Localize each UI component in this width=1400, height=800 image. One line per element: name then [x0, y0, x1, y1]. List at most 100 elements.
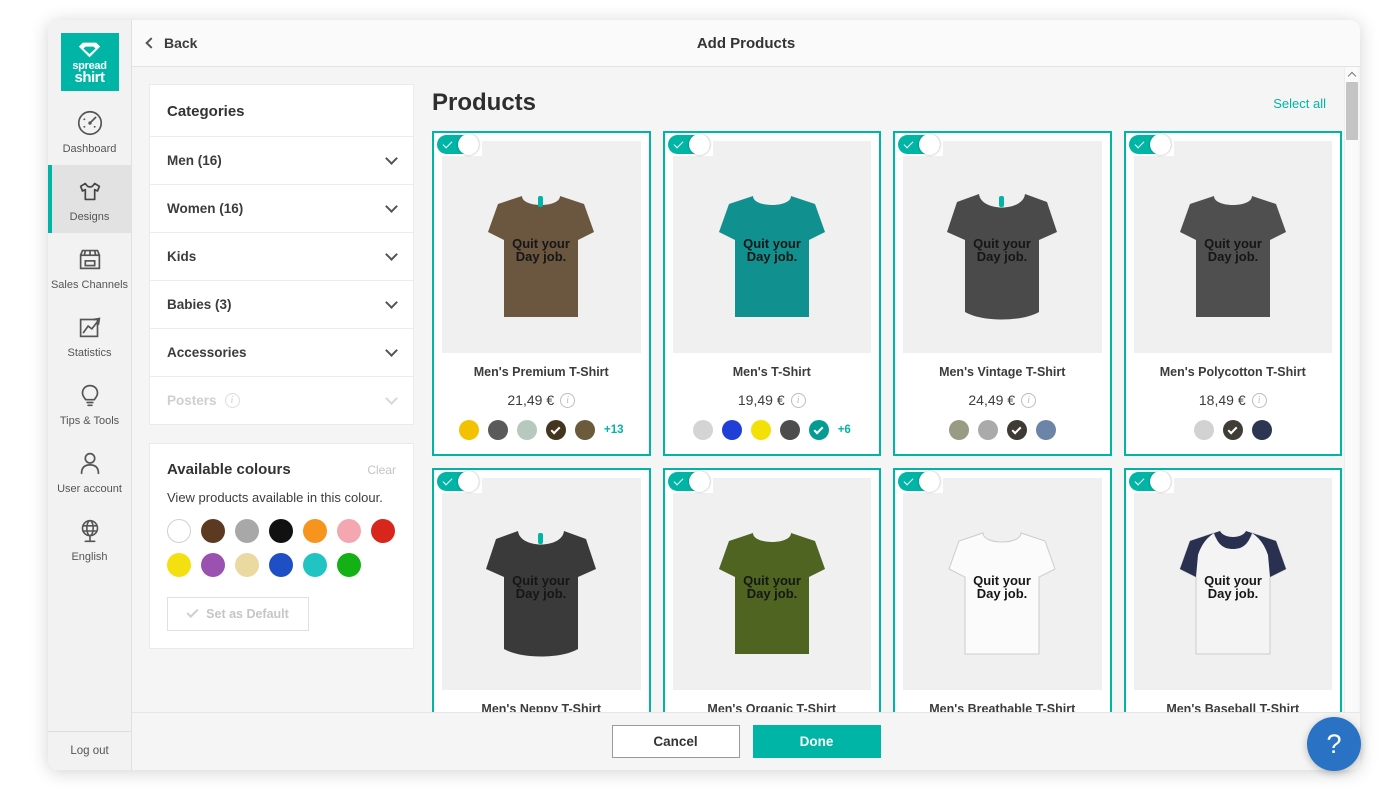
product-card[interactable]: Quit yourDay job.Men's Polycotton T-Shir…: [1124, 131, 1343, 456]
sidebar-item-dashboard[interactable]: Dashboard: [48, 97, 132, 165]
product-price-row: 21,49 €i: [434, 379, 649, 420]
person-icon: [75, 448, 105, 478]
colour-swatch-pink[interactable]: [337, 519, 361, 543]
colour-swatch-turquoise[interactable]: [303, 553, 327, 577]
category-row[interactable]: Babies (3): [150, 280, 413, 328]
category-label: Posters: [167, 393, 217, 408]
info-icon[interactable]: i: [225, 393, 240, 408]
products-header: Products Select all: [432, 67, 1342, 131]
price-info-icon[interactable]: i: [560, 393, 575, 408]
product-swatch-brown[interactable]: [575, 420, 595, 440]
colour-swatch-black[interactable]: [269, 519, 293, 543]
colour-swatch-red[interactable]: [371, 519, 395, 543]
category-row[interactable]: Men (16): [150, 136, 413, 184]
product-swatch-yellow[interactable]: [751, 420, 771, 440]
product-swatch-light-grey[interactable]: [1194, 420, 1214, 440]
sidebar: spread shirt Dashboard Designs: [48, 20, 132, 770]
colour-swatch-beige[interactable]: [235, 553, 259, 577]
product-card[interactable]: Quit yourDay job.Men's Baseball T-Shirt: [1124, 468, 1343, 712]
product-card[interactable]: Quit yourDay job.Men's Neppy T-Shirt: [432, 468, 651, 712]
product-card[interactable]: Quit yourDay job.Men's Breathable T-Shir…: [893, 468, 1112, 712]
product-swatch-charcoal[interactable]: [1007, 420, 1027, 440]
product-swatch-light-grey[interactable]: [693, 420, 713, 440]
sidebar-item-label: English: [71, 551, 107, 564]
products-heading: Products: [432, 89, 536, 117]
more-colours-label[interactable]: +6: [838, 424, 851, 436]
product-name: Men's Polycotton T-Shirt: [1126, 361, 1341, 379]
product-swatch-dark-grey[interactable]: [488, 420, 508, 440]
toggle-track: [1129, 135, 1171, 154]
category-label-wrap: Babies (3): [167, 297, 232, 312]
tshirt-mockup: Quit yourDay job.: [927, 162, 1077, 332]
category-label-wrap: Women (16): [167, 201, 243, 216]
more-colours-label[interactable]: +13: [604, 424, 624, 436]
product-swatch-dark-brown[interactable]: [546, 420, 566, 440]
check-icon: [673, 139, 683, 149]
set-as-default-button[interactable]: Set as Default: [167, 597, 309, 631]
sidebar-item-user-account[interactable]: User account: [48, 437, 132, 505]
colour-swatch-yellow[interactable]: [167, 553, 191, 577]
price-info-icon[interactable]: i: [791, 393, 806, 408]
category-row[interactable]: Accessories: [150, 328, 413, 376]
product-enable-toggle[interactable]: [434, 133, 482, 156]
colour-swatch-purple[interactable]: [201, 553, 225, 577]
logout-button[interactable]: Log out: [48, 731, 132, 770]
svg-text:Day job.: Day job.: [1207, 249, 1258, 264]
colour-swatch-blue[interactable]: [269, 553, 293, 577]
product-swatch-grey[interactable]: [978, 420, 998, 440]
colour-swatch-green[interactable]: [337, 553, 361, 577]
help-button[interactable]: ?: [1307, 717, 1361, 771]
product-enable-toggle[interactable]: [665, 470, 713, 493]
product-swatch-charcoal[interactable]: [1223, 420, 1243, 440]
category-row[interactable]: Kids: [150, 232, 413, 280]
done-button[interactable]: Done: [753, 725, 881, 758]
product-swatch-navy[interactable]: [1252, 420, 1272, 440]
category-row[interactable]: Women (16): [150, 184, 413, 232]
product-price: 24,49 €: [968, 392, 1015, 408]
select-all-link[interactable]: Select all: [1273, 96, 1326, 111]
product-enable-toggle[interactable]: [665, 133, 713, 156]
product-image: Quit yourDay job.: [673, 478, 872, 690]
product-swatch-gold[interactable]: [459, 420, 479, 440]
heart-logo-icon: [76, 40, 103, 60]
clear-colours-link[interactable]: Clear: [367, 463, 396, 477]
colour-swatch-white[interactable]: [167, 519, 191, 543]
product-card[interactable]: Quit yourDay job.Men's Premium T-Shirt21…: [432, 131, 651, 456]
back-button[interactable]: Back: [147, 35, 197, 51]
product-swatch-slate-blue[interactable]: [1036, 420, 1056, 440]
product-name: Men's T-Shirt: [665, 361, 880, 379]
product-swatch-teal[interactable]: [809, 420, 829, 440]
logo-line2: shirt: [74, 71, 104, 85]
colour-swatch-grey[interactable]: [235, 519, 259, 543]
sidebar-item-statistics[interactable]: Statistics: [48, 301, 132, 369]
colour-swatch-orange[interactable]: [303, 519, 327, 543]
sidebar-item-sales-channels[interactable]: Sales Channels: [48, 233, 132, 301]
product-swatch-royal-blue[interactable]: [722, 420, 742, 440]
product-enable-toggle[interactable]: [434, 470, 482, 493]
product-card[interactable]: Quit yourDay job.Men's Vintage T-Shirt24…: [893, 131, 1112, 456]
product-card[interactable]: Quit yourDay job.Men's Organic T-Shirt: [663, 468, 882, 712]
product-enable-toggle[interactable]: [1126, 133, 1174, 156]
product-enable-toggle[interactable]: [895, 470, 943, 493]
main-area: Back Add Products Categories Men (16)Wom…: [132, 20, 1360, 770]
price-info-icon[interactable]: i: [1021, 393, 1036, 408]
product-enable-toggle[interactable]: [1126, 470, 1174, 493]
product-swatch-dark-grey[interactable]: [780, 420, 800, 440]
scrollbar-thumb[interactable]: [1346, 82, 1358, 140]
product-card[interactable]: Quit yourDay job.Men's T-Shirt19,49 €i+6: [663, 131, 882, 456]
price-info-icon[interactable]: i: [1252, 393, 1267, 408]
check-icon: [904, 139, 914, 149]
product-swatch-sage[interactable]: [517, 420, 537, 440]
products-scrollbar[interactable]: [1344, 67, 1358, 712]
sidebar-item-designs[interactable]: Designs: [48, 165, 132, 233]
product-swatch-olive-grey[interactable]: [949, 420, 969, 440]
sidebar-item-tips-tools[interactable]: Tips & Tools: [48, 369, 132, 437]
chevron-left-icon: [145, 37, 156, 48]
product-enable-toggle[interactable]: [895, 133, 943, 156]
colour-swatch-brown[interactable]: [201, 519, 225, 543]
product-image: Quit yourDay job.: [673, 141, 872, 353]
sidebar-item-language[interactable]: English: [48, 505, 132, 573]
cancel-button[interactable]: Cancel: [612, 725, 740, 758]
scroll-up-arrow-icon[interactable]: [1345, 67, 1359, 82]
check-icon: [1134, 139, 1144, 149]
